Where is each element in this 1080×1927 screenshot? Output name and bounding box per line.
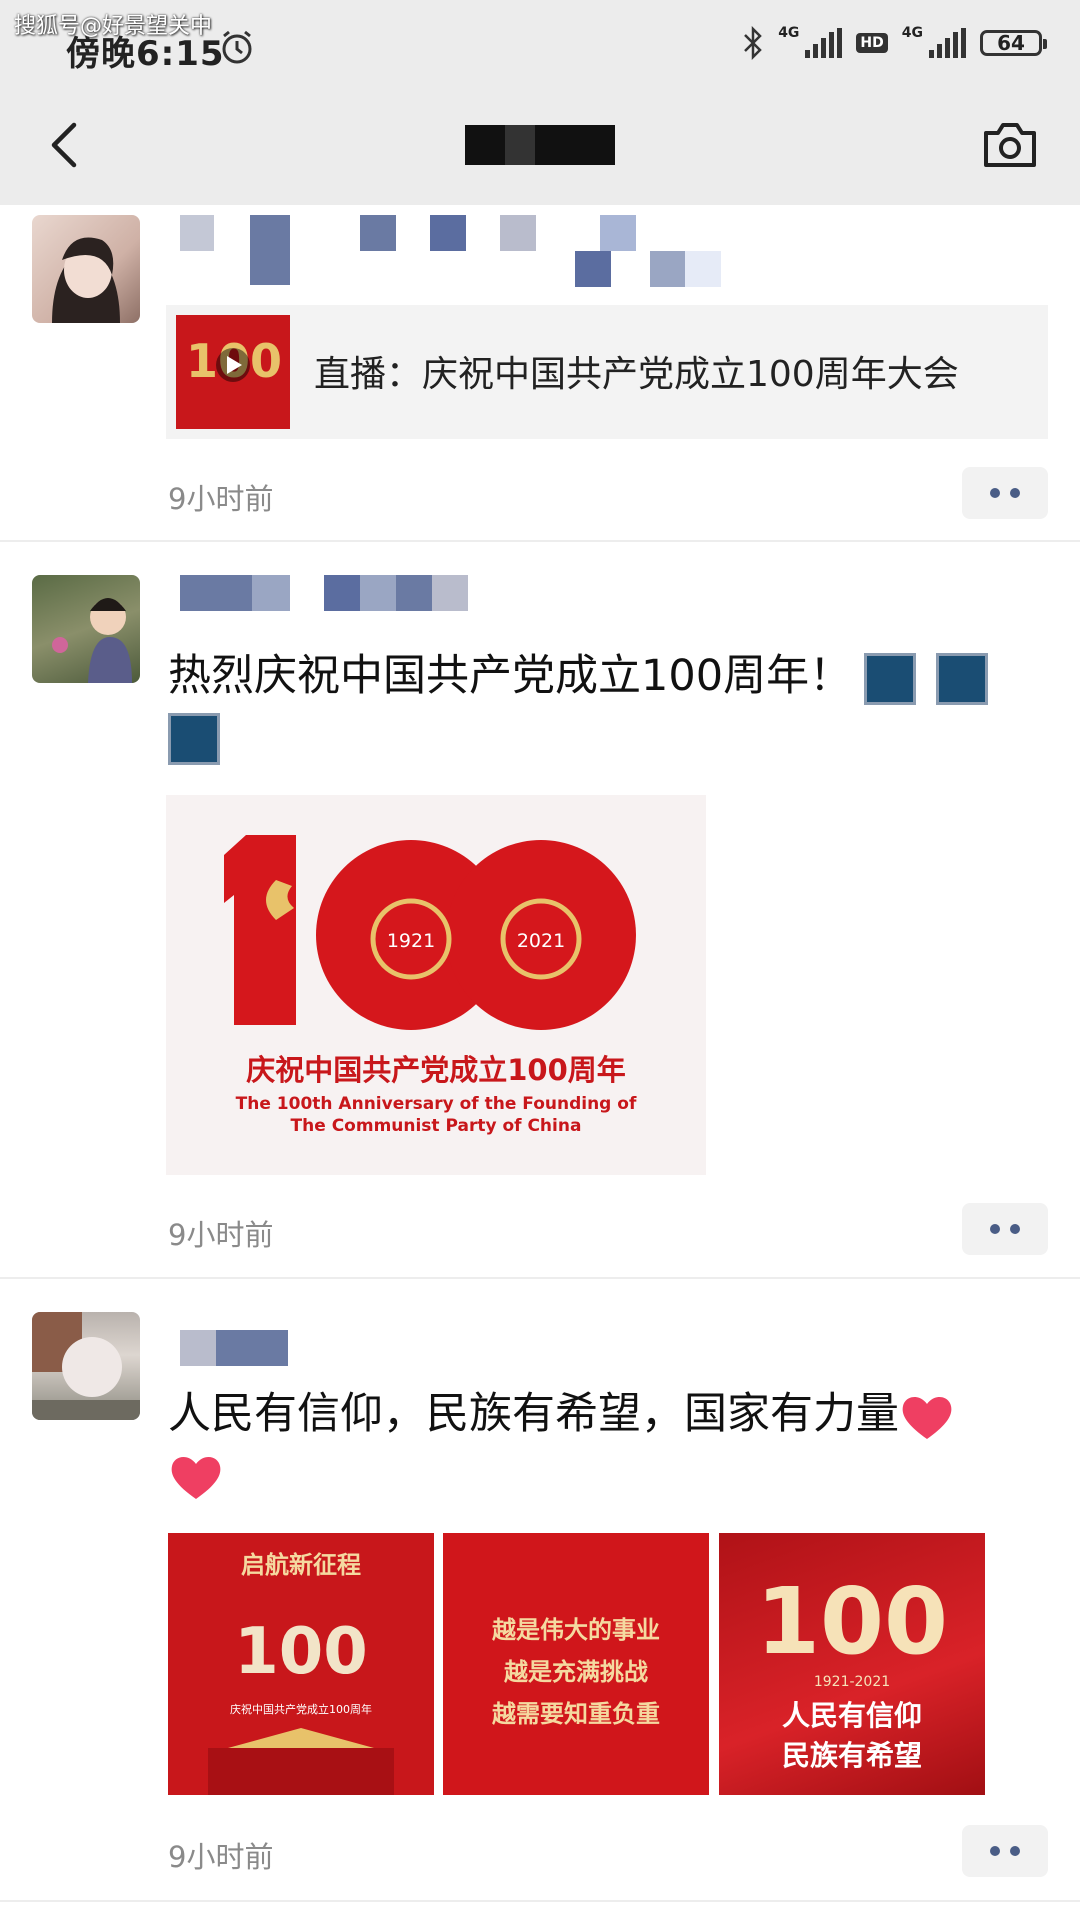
fireworks-emoji	[864, 652, 917, 705]
post-time: 9小时前	[168, 482, 274, 516]
camera-icon[interactable]	[980, 117, 1040, 173]
post-text: 人民有信仰，民族有希望，国家有力量	[168, 1384, 1028, 1504]
post-text-content: 热烈庆祝中国共产党成立100周年！	[168, 651, 853, 701]
avatar[interactable]	[32, 575, 140, 683]
more-options-button[interactable]	[962, 1825, 1048, 1877]
grid-2-line2: 越是充满挑战	[504, 1658, 648, 1686]
avatar-photo	[52, 598, 132, 683]
share-card-title: 直播：庆祝中国共产党成立100周年大会	[314, 354, 959, 395]
post-image-grid-3[interactable]: 100 1921-2021 人民有信仰 民族有希望	[719, 1533, 985, 1795]
grid-3-line2: 民族有希望	[782, 1739, 922, 1772]
image-caption-cn: 庆祝中国共产党成立100周年	[246, 1053, 626, 1087]
live-share-card[interactable]: 100 直播：庆祝中国共产党成立100周年大会	[166, 305, 1048, 439]
more-options-button[interactable]	[962, 467, 1048, 519]
post-divider	[0, 1277, 1080, 1279]
image-caption-en-1: The 100th Anniversary of the Founding of	[236, 1094, 637, 1114]
grid-2-line3: 越需要知重负重	[492, 1700, 660, 1728]
image-caption-en-2: The Communist Party of China	[291, 1116, 582, 1136]
year-1921-label: 1921	[387, 930, 435, 952]
fireworks-emoji	[168, 712, 220, 765]
post-image-100th-anniversary[interactable]: 1921 2021 庆祝中国共产党成立100周年 The 100th Anniv…	[166, 795, 706, 1175]
post-divider	[0, 1900, 1080, 1902]
battery-icon: 64	[980, 30, 1047, 56]
hd-badge: HD	[856, 33, 888, 53]
grid-1-line1: 启航新征程	[241, 1550, 361, 1579]
avatar-photo	[32, 1312, 140, 1420]
post-text: 热烈庆祝中国共产党成立100周年！	[168, 646, 1028, 766]
year-2021-label: 2021	[517, 930, 565, 952]
alarm-icon	[222, 30, 252, 64]
avatar[interactable]	[32, 215, 140, 323]
signal-icon	[805, 28, 843, 58]
avatar[interactable]	[32, 1312, 140, 1420]
grid-2-line1: 越是伟大的事业	[492, 1616, 660, 1644]
avatar-photo	[52, 237, 120, 323]
nav-bar	[0, 95, 1080, 205]
heart-emoji	[171, 1456, 221, 1499]
post-image-grid-1[interactable]: 启航新征程 100 庆祝中国共产党成立100周年	[168, 1533, 434, 1795]
grid-3-line1: 人民有信仰	[782, 1699, 922, 1732]
live-thumbnail: 100	[176, 315, 290, 429]
back-chevron-icon[interactable]	[38, 115, 98, 175]
battery-level: 64	[997, 31, 1025, 55]
fireworks-emoji	[936, 652, 989, 705]
post-divider	[0, 540, 1080, 542]
grid-3-big: 100	[756, 1568, 948, 1675]
grid-1-caption: 庆祝中国共产党成立100周年	[230, 1702, 372, 1716]
network-type-2: 4G	[901, 25, 923, 41]
heart-emoji	[902, 1396, 952, 1439]
grid-3-years: 1921-2021	[814, 1674, 890, 1690]
more-options-button[interactable]	[962, 1203, 1048, 1255]
post-time: 9小时前	[168, 1218, 274, 1252]
bluetooth-icon	[744, 26, 762, 60]
post-image-grid-2[interactable]: 越是伟大的事业 越是充满挑战 越需要知重负重	[443, 1533, 709, 1795]
page-title-redacted	[465, 115, 615, 175]
signal-icon	[929, 28, 966, 58]
post-text-content: 人民有信仰，民族有希望，国家有力量	[168, 1389, 899, 1439]
svg-text:100: 100	[234, 1615, 368, 1689]
post-time: 9小时前	[168, 1840, 274, 1874]
network-type-1: 4G	[778, 25, 800, 41]
watermark: 搜狐号@好景望关中	[14, 14, 213, 39]
